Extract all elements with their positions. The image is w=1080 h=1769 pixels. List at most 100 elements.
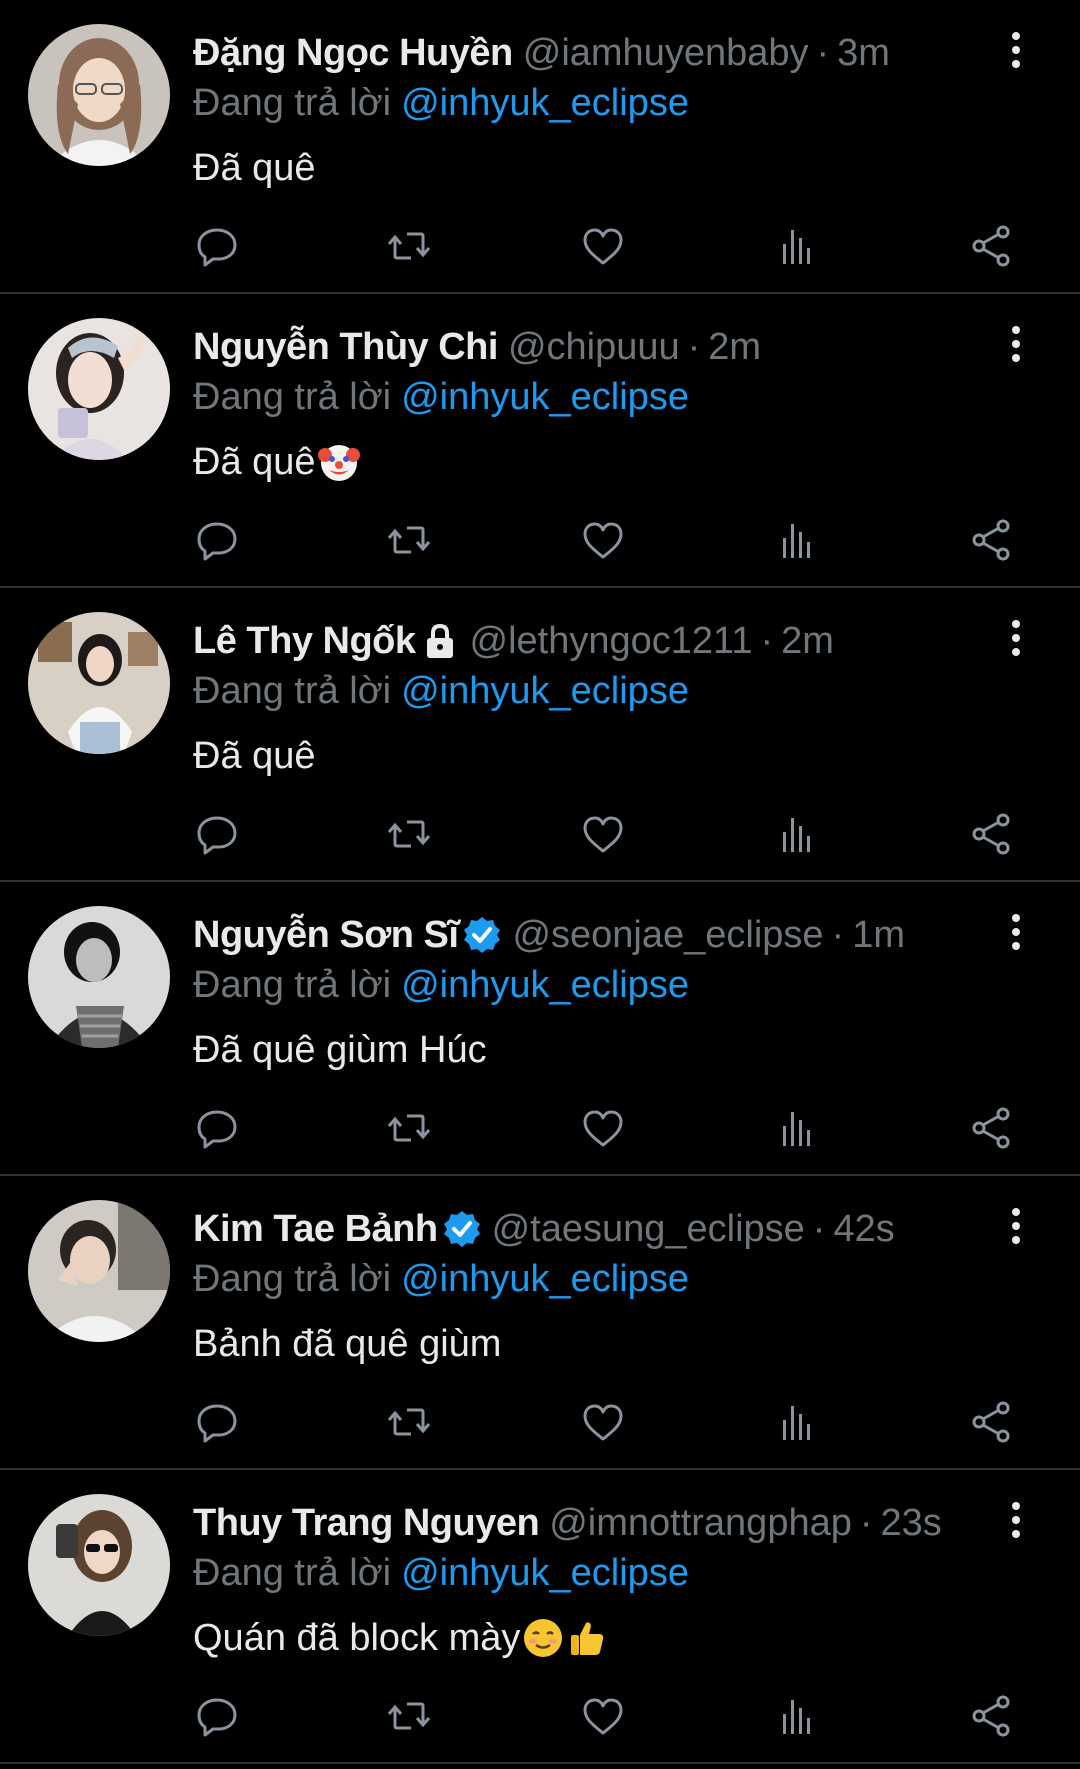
- tweet[interactable]: Đặng Ngọc Huyền @iamhuyenbaby · 3m Đang …: [0, 0, 1080, 294]
- action-bar: [193, 1398, 1023, 1446]
- comment-icon[interactable]: [193, 1104, 241, 1152]
- tweet-text: Đã quê giùm Húc: [193, 1026, 970, 1074]
- reply-prefix: Đang trả lời: [193, 670, 392, 712]
- retweet-icon[interactable]: [385, 222, 433, 270]
- share-icon[interactable]: [967, 1104, 1015, 1152]
- separator-dot: ·: [816, 32, 830, 74]
- more-vertical-icon[interactable]: [1004, 1500, 1028, 1540]
- reply-prefix: Đang trả lời: [193, 1258, 392, 1300]
- more-vertical-icon[interactable]: [1004, 30, 1028, 70]
- heart-icon[interactable]: [579, 1398, 627, 1446]
- reply-feed: Đặng Ngọc Huyền @iamhuyenbaby · 3m Đang …: [0, 0, 1080, 1769]
- reply-mention-link[interactable]: @inhyuk_eclipse: [401, 376, 689, 418]
- heart-icon[interactable]: [579, 1692, 627, 1740]
- bar-chart-icon[interactable]: [773, 222, 821, 270]
- more-vertical-icon[interactable]: [1004, 324, 1028, 364]
- timestamp[interactable]: 1m: [852, 908, 905, 962]
- bar-chart-icon[interactable]: [773, 1692, 821, 1740]
- bar-chart-icon[interactable]: [773, 810, 821, 858]
- more-vertical-icon[interactable]: [1004, 618, 1028, 658]
- comment-icon[interactable]: [193, 1398, 241, 1446]
- avatar[interactable]: [28, 318, 170, 460]
- more-vertical-icon[interactable]: [1004, 1206, 1028, 1246]
- tweet-text: Đã quê: [193, 438, 970, 486]
- display-name[interactable]: Đặng Ngọc Huyền: [193, 26, 513, 80]
- reply-context: Đang trả lời @inhyuk_eclipse: [193, 962, 970, 1012]
- retweet-icon[interactable]: [385, 1398, 433, 1446]
- timestamp[interactable]: 2m: [781, 614, 834, 668]
- reply-mention-link[interactable]: @inhyuk_eclipse: [401, 1258, 689, 1300]
- heart-icon[interactable]: [579, 516, 627, 564]
- display-name[interactable]: Nguyễn Sơn Sĩ: [193, 908, 459, 962]
- user-handle[interactable]: @iamhuyenbaby: [523, 26, 809, 80]
- separator-dot: ·: [831, 914, 845, 956]
- timestamp[interactable]: 3m: [837, 26, 890, 80]
- separator-dot: ·: [812, 1208, 826, 1250]
- avatar[interactable]: [28, 24, 170, 166]
- reply-context: Đang trả lời @inhyuk_eclipse: [193, 374, 970, 424]
- tweet[interactable]: Nguyễn Thùy Chi @chipuuu · 2m Đang trả l…: [0, 294, 1080, 588]
- reply-prefix: Đang trả lời: [193, 82, 392, 124]
- timestamp[interactable]: 42s: [833, 1202, 894, 1256]
- tweet-text-content: Đã quê: [193, 147, 316, 189]
- reply-context: Đang trả lời @inhyuk_eclipse: [193, 668, 970, 718]
- reply-mention-link[interactable]: @inhyuk_eclipse: [401, 964, 689, 1006]
- user-handle[interactable]: @chipuuu: [508, 320, 680, 374]
- reply-mention-link[interactable]: @inhyuk_eclipse: [401, 670, 689, 712]
- heart-icon[interactable]: [579, 222, 627, 270]
- display-name[interactable]: Lê Thy Ngốk: [193, 614, 416, 668]
- reply-context: Đang trả lời @inhyuk_eclipse: [193, 80, 970, 130]
- avatar[interactable]: [28, 1200, 170, 1342]
- bar-chart-icon[interactable]: [773, 1104, 821, 1152]
- heart-icon[interactable]: [579, 1104, 627, 1152]
- reply-context: Đang trả lời @inhyuk_eclipse: [193, 1256, 970, 1306]
- action-bar: [193, 222, 1023, 270]
- user-handle[interactable]: @imnottrangphap: [549, 1496, 852, 1550]
- user-handle[interactable]: @lethyngoc1211: [470, 614, 753, 668]
- tweet[interactable]: Nguyễn Sơn Sĩ @seonjae_eclipse · 1m Đang…: [0, 882, 1080, 1176]
- separator-dot: ·: [859, 1502, 873, 1544]
- smiling-face-icon: [522, 1617, 564, 1659]
- tweet-text-content: Quán đã block mày: [193, 1617, 521, 1659]
- share-icon[interactable]: [967, 516, 1015, 564]
- action-bar: [193, 516, 1023, 564]
- verified-badge-icon: [442, 1209, 482, 1249]
- avatar[interactable]: [28, 1494, 170, 1636]
- avatar[interactable]: [28, 612, 170, 754]
- reply-mention-link[interactable]: @inhyuk_eclipse: [401, 1552, 689, 1594]
- display-name[interactable]: Kim Tae Bảnh: [193, 1202, 438, 1256]
- comment-icon[interactable]: [193, 516, 241, 564]
- thumbs-up-icon: [566, 1617, 608, 1659]
- display-name[interactable]: Thuy Trang Nguyen: [193, 1496, 540, 1550]
- tweet[interactable]: Thuy Trang Nguyen @imnottrangphap · 23s …: [0, 1470, 1080, 1764]
- timestamp[interactable]: 23s: [881, 1496, 942, 1550]
- tweet[interactable]: Lê Thy Ngốk @lethyngoc1211 · 2m Đang trả…: [0, 588, 1080, 882]
- share-icon[interactable]: [967, 1692, 1015, 1740]
- retweet-icon[interactable]: [385, 1104, 433, 1152]
- comment-icon[interactable]: [193, 222, 241, 270]
- timestamp[interactable]: 2m: [708, 320, 761, 374]
- verified-badge-icon: [462, 915, 502, 955]
- more-vertical-icon[interactable]: [1004, 912, 1028, 952]
- share-icon[interactable]: [967, 222, 1015, 270]
- tweet[interactable]: Kim Tae Bảnh @taesung_eclipse · 42s Đang…: [0, 1176, 1080, 1470]
- retweet-icon[interactable]: [385, 810, 433, 858]
- heart-icon[interactable]: [579, 810, 627, 858]
- retweet-icon[interactable]: [385, 1692, 433, 1740]
- retweet-icon[interactable]: [385, 516, 433, 564]
- share-icon[interactable]: [967, 810, 1015, 858]
- reply-prefix: Đang trả lời: [193, 964, 392, 1006]
- comment-icon[interactable]: [193, 1692, 241, 1740]
- reply-mention-link[interactable]: @inhyuk_eclipse: [401, 82, 689, 124]
- avatar[interactable]: [28, 906, 170, 1048]
- bar-chart-icon[interactable]: [773, 516, 821, 564]
- comment-icon[interactable]: [193, 810, 241, 858]
- reply-prefix: Đang trả lời: [193, 376, 392, 418]
- user-handle[interactable]: @taesung_eclipse: [492, 1202, 805, 1256]
- action-bar: [193, 810, 1023, 858]
- bar-chart-icon[interactable]: [773, 1398, 821, 1446]
- lock-icon: [420, 621, 460, 661]
- user-handle[interactable]: @seonjae_eclipse: [512, 908, 823, 962]
- display-name[interactable]: Nguyễn Thùy Chi: [193, 320, 498, 374]
- share-icon[interactable]: [967, 1398, 1015, 1446]
